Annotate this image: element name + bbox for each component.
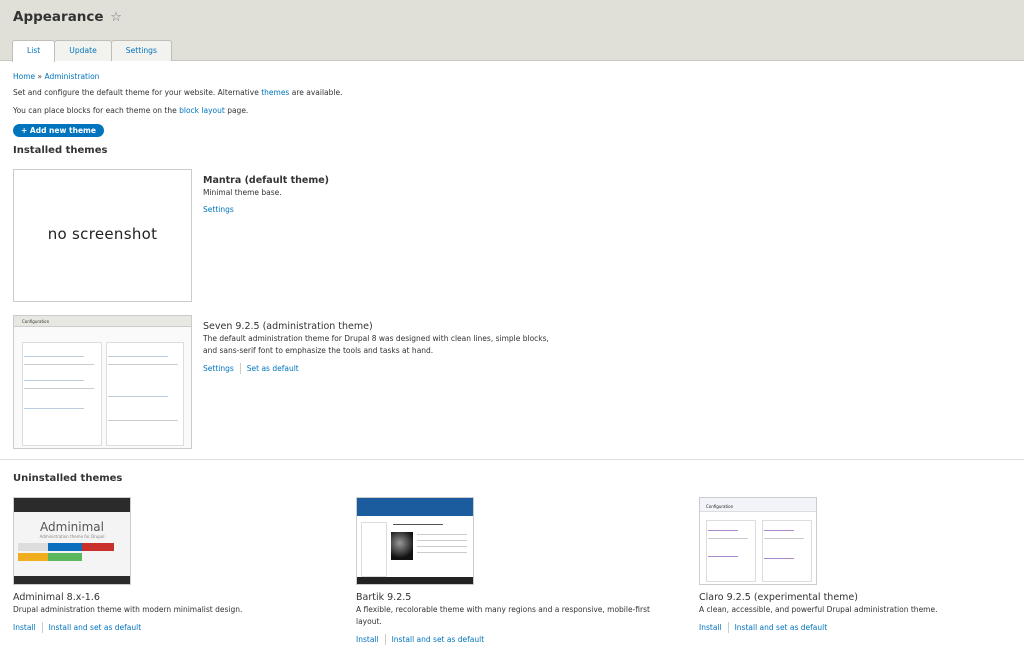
breadcrumb-home[interactable]: Home — [13, 72, 35, 81]
mantra-theme-name: Mantra (default theme) — [203, 175, 330, 186]
mantra-settings-link[interactable]: Settings — [203, 205, 234, 214]
seven-screenshot-line — [24, 388, 94, 389]
claro-screenshot-line — [708, 538, 748, 539]
adminimal-install-default-link[interactable]: Install and set as default — [49, 623, 142, 632]
claro-screenshot-line — [764, 558, 794, 559]
themes-link[interactable]: themes — [261, 88, 289, 97]
tab-update[interactable]: Update — [54, 40, 112, 61]
page-title: Appearance ☆ — [13, 9, 122, 25]
tab-list[interactable]: List — [12, 40, 56, 62]
claro-screenshot-line — [708, 556, 738, 557]
breadcrumb: Home » Administration — [13, 72, 99, 81]
adminimal-swatch-green — [48, 553, 82, 561]
adminimal-swatch-grey — [18, 543, 48, 551]
seven-screenshot-line — [108, 396, 168, 397]
seven-theme-name: Seven 9.2.5 (administration theme) — [203, 321, 373, 332]
no-screenshot-text: no screenshot — [47, 225, 158, 243]
claro-install-link[interactable]: Install — [699, 623, 722, 632]
bartik-install-link[interactable]: Install — [356, 635, 379, 644]
uninstalled-themes-heading: Uninstalled themes — [13, 473, 123, 484]
seven-screenshot: Configuration — [13, 315, 192, 449]
adminimal-theme-name: Adminimal 8.x-1.6 — [13, 592, 100, 603]
intro-text-2-end: page. — [224, 106, 249, 115]
seven-operations: Settings Set as default — [203, 363, 299, 374]
seven-theme-description-1: The default administration theme for Dru… — [203, 334, 549, 343]
seven-screenshot-column-right — [106, 342, 184, 446]
intro-text-1: Set and configure the default theme for … — [13, 88, 262, 97]
adminimal-screenshot-topbar — [14, 498, 130, 512]
mantra-theme-description: Minimal theme base. — [203, 188, 282, 197]
adminimal-logo-subtitle: Administration theme for Drupal — [39, 534, 105, 539]
bartik-theme-name: Bartik 9.2.5 — [356, 592, 412, 603]
seven-screenshot-line — [108, 420, 178, 421]
adminimal-logo-text: Adminimal — [40, 520, 104, 534]
bartik-operations: Install Install and set as default — [356, 634, 484, 645]
adminimal-operations: Install Install and set as default — [13, 622, 141, 633]
claro-screenshot-header: Configuration — [700, 498, 816, 512]
seven-settings-link[interactable]: Settings — [203, 364, 234, 373]
ops-divider — [239, 363, 241, 374]
claro-screenshot: Configuration — [699, 497, 817, 585]
bartik-screenshot-line — [393, 524, 443, 525]
seven-screenshot-line — [108, 364, 178, 365]
bartik-install-default-link[interactable]: Install and set as default — [392, 635, 485, 644]
bartik-screenshot-line — [417, 546, 467, 547]
breadcrumb-administration[interactable]: Administration — [45, 72, 100, 81]
bartik-theme-description-1: A flexible, recolorable theme with many … — [356, 605, 650, 614]
seven-screenshot-line — [24, 356, 84, 357]
mantra-screenshot: no screenshot — [13, 169, 192, 302]
intro-text: Set and configure the default theme for … — [13, 88, 342, 97]
bartik-screenshot-image — [391, 532, 413, 560]
seven-screenshot-line — [108, 356, 168, 357]
seven-screenshot-column-left — [22, 342, 102, 446]
adminimal-swatch-yellow — [18, 553, 48, 561]
bartik-screenshot-sidebar — [361, 522, 387, 577]
bartik-screenshot-line — [417, 552, 467, 553]
adminimal-screenshot-footer — [14, 576, 130, 584]
claro-theme-name: Claro 9.2.5 (experimental theme) — [699, 592, 858, 603]
claro-screenshot-line — [764, 538, 804, 539]
star-icon[interactable]: ☆ — [110, 10, 122, 25]
intro-text-blocks: You can place blocks for each theme on t… — [13, 106, 248, 115]
seven-screenshot-title: Configuration — [22, 319, 50, 324]
claro-screenshot-line — [708, 530, 738, 531]
tab-settings[interactable]: Settings — [110, 40, 172, 61]
section-divider — [0, 459, 1024, 460]
block-layout-link[interactable]: block layout — [179, 106, 225, 115]
seven-set-default-link[interactable]: Set as default — [247, 364, 299, 373]
ops-divider — [727, 622, 729, 633]
primary-tabs: List Update Settings — [12, 40, 172, 62]
bartik-screenshot-line — [417, 534, 467, 535]
adminimal-swatch-blue — [48, 543, 82, 551]
bartik-screenshot-footer — [357, 577, 473, 584]
breadcrumb-separator: » — [37, 72, 43, 81]
mantra-operations: Settings — [203, 205, 234, 214]
page-header: Appearance ☆ List Update Settings — [0, 0, 1024, 62]
seven-screenshot-header: Configuration — [14, 316, 191, 327]
claro-screenshot-line — [764, 530, 794, 531]
adminimal-screenshot: Adminimal Administration theme for Drupa… — [13, 497, 131, 585]
claro-install-default-link[interactable]: Install and set as default — [735, 623, 828, 632]
intro-text-1-end: are available. — [289, 88, 343, 97]
ops-divider — [384, 634, 386, 645]
ops-divider — [41, 622, 43, 633]
seven-screenshot-line — [24, 408, 84, 409]
claro-theme-description: A clean, accessible, and powerful Drupal… — [699, 605, 938, 614]
page-title-text: Appearance — [13, 9, 104, 25]
claro-screenshot-title: Configuration — [706, 504, 734, 509]
seven-screenshot-line — [24, 380, 84, 381]
seven-screenshot-line — [24, 364, 94, 365]
bartik-screenshot-line — [417, 540, 467, 541]
add-new-theme-button[interactable]: + Add new theme — [13, 124, 104, 137]
adminimal-swatch-red — [82, 543, 114, 551]
bartik-theme-description-2: layout. — [356, 617, 382, 626]
seven-theme-description-2: and sans-serif font to emphasize the too… — [203, 346, 434, 355]
adminimal-theme-description: Drupal administration theme with modern … — [13, 605, 243, 614]
claro-operations: Install Install and set as default — [699, 622, 827, 633]
bartik-screenshot — [356, 497, 474, 585]
installed-themes-heading: Installed themes — [13, 145, 108, 156]
intro-text-2: You can place blocks for each theme on t… — [13, 106, 180, 115]
adminimal-install-link[interactable]: Install — [13, 623, 36, 632]
bartik-screenshot-header — [357, 498, 473, 516]
